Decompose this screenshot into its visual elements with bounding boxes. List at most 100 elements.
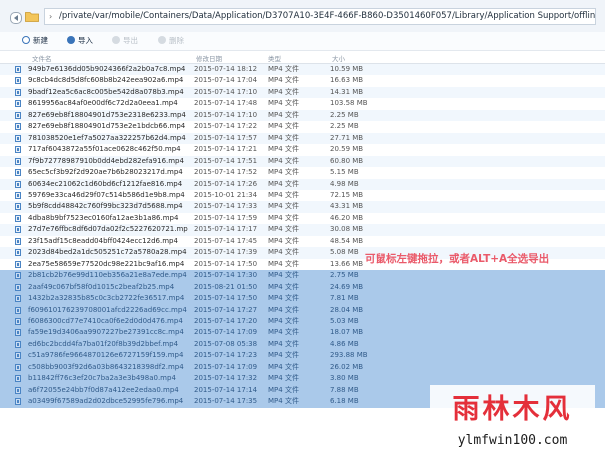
video-file-icon bbox=[15, 329, 21, 337]
delete-icon bbox=[158, 36, 166, 44]
file-row[interactable]: b11842ff76c3ef20c7ba2a3e3b498a0.mp4 2015-… bbox=[0, 373, 605, 385]
file-size: 6.18 MB bbox=[330, 397, 359, 406]
watermark: 雨林木风 ylmfwin100.com bbox=[430, 385, 595, 463]
file-name: 8619956ac84af0e00df6c72d2a0eea1.mp4 bbox=[28, 99, 178, 108]
file-type: MP4 文件 bbox=[268, 156, 299, 165]
file-row[interactable]: 827e69eb8f18804901d753e2e1bdcb66.mp4 2015… bbox=[0, 121, 605, 132]
file-row[interactable]: ed6bc2bcdd4fa7ba01f20f8b39d2bbef.mp4 2015… bbox=[0, 338, 605, 351]
file-type: MP4 文件 bbox=[268, 259, 299, 268]
file-type: MP4 文件 bbox=[268, 213, 299, 222]
file-type: MP4 文件 bbox=[268, 236, 299, 245]
file-type: MP4 文件 bbox=[268, 168, 299, 177]
file-size: 5.03 MB bbox=[330, 316, 359, 325]
file-type: MP4 文件 bbox=[268, 145, 299, 154]
video-file-icon bbox=[15, 203, 21, 211]
file-type: MP4 文件 bbox=[268, 305, 299, 314]
video-file-icon bbox=[15, 157, 21, 165]
file-row[interactable]: fa59e19d3406aa9907227be27391cc8c.mp4 2015… bbox=[0, 327, 605, 339]
file-row[interactable]: 27d7e76ffbc8df6d07da02f2c5227620721.mp4 2… bbox=[0, 224, 605, 236]
file-row[interactable]: 65ec5cf3b92f2d920ae7b6b28023217d.mp4 2015… bbox=[0, 167, 605, 178]
file-date: 2015-07-14 17:59 bbox=[194, 213, 258, 222]
file-name: 1432b2a32835b85c0c3cb2722fe36517.mp4 bbox=[28, 294, 185, 303]
file-row[interactable]: 7f9b72778987910b0dd4ebd282efa916.mp4 2015… bbox=[0, 155, 605, 168]
path-field[interactable]: › /private/var/mobile/Containers/Data/Ap… bbox=[44, 8, 596, 25]
file-name: 7f9b72778987910b0dd4ebd282efa916.mp4 bbox=[28, 156, 184, 165]
column-header-name[interactable]: 文件名 bbox=[32, 53, 52, 63]
delete-button[interactable]: 删除 bbox=[158, 35, 184, 47]
file-size: 18.07 MB bbox=[330, 328, 364, 337]
file-size: 20.59 MB bbox=[330, 145, 364, 154]
back-arrow-icon[interactable] bbox=[10, 12, 22, 24]
column-header-size[interactable]: 大小 bbox=[332, 53, 345, 63]
file-date: 2015-07-14 17:48 bbox=[194, 99, 258, 108]
file-row[interactable]: 2aaf49c067bf58f0d1015c2beaf2b25.mp4 2015-… bbox=[0, 281, 605, 294]
file-row[interactable]: 781038520e1ef7a5027aa322257b62d4.mp4 2015… bbox=[0, 132, 605, 145]
file-date: 2015-07-14 17:23 bbox=[194, 351, 258, 360]
file-name: 2ea75e58659e77520dc98e221bc9af16.mp4 bbox=[28, 259, 185, 268]
file-row[interactable]: 5b9f8cdd48842c760f99bc323d7d5688.mp4 2015… bbox=[0, 201, 605, 213]
new-button[interactable]: 新建 bbox=[22, 35, 48, 47]
file-type: MP4 文件 bbox=[268, 339, 299, 348]
import-button[interactable]: 导入 bbox=[67, 35, 93, 47]
export-button[interactable]: 导出 bbox=[112, 35, 138, 47]
file-name: fa59e19d3406aa9907227be27391cc8c.mp4 bbox=[28, 328, 184, 337]
file-type: MP4 文件 bbox=[268, 225, 299, 234]
video-file-icon bbox=[15, 249, 21, 257]
file-date: 2015-07-14 18:12 bbox=[194, 65, 258, 73]
file-row[interactable]: 827e69eb8f18804901d753e2318e6233.mp4 2015… bbox=[0, 109, 605, 122]
file-date: 2015-07-14 17:27 bbox=[194, 305, 258, 314]
file-date: 2015-08-21 01:50 bbox=[194, 282, 258, 291]
file-row[interactable]: c508bb9003f92d6a03b8643218398df2.mp4 2015… bbox=[0, 361, 605, 374]
file-name: c51a9786fe9664870126e6727159f159.mp4 bbox=[28, 351, 184, 360]
file-type: MP4 文件 bbox=[268, 87, 299, 96]
video-file-icon bbox=[15, 352, 21, 360]
file-size: 4.86 MB bbox=[330, 339, 359, 348]
file-row[interactable]: 23f15adf15c8eadd04bff0424ecc12d6.mp4 2015… bbox=[0, 236, 605, 247]
file-row[interactable]: 8619956ac84af0e00df6c72d2a0eea1.mp4 2015-… bbox=[0, 98, 605, 109]
file-row[interactable]: 9badf12ea5c6ac8c005be542d8a078b3.mp4 2015… bbox=[0, 86, 605, 99]
instruction-annotation: 可鼠标左键拖拉，或者ALT+A全选导出 bbox=[365, 253, 550, 265]
file-row[interactable]: 949b7e6136dd05b9024366f2a2b0a7c8.mp4 2015… bbox=[0, 64, 605, 76]
file-type: MP4 文件 bbox=[268, 385, 299, 394]
file-type: MP4 文件 bbox=[268, 133, 299, 142]
file-name: a03499f67589ad2d02dbce52995fe796.mp4 bbox=[28, 397, 184, 406]
file-name: 827e69eb8f18804901d753e2e1bdcb66.mp4 bbox=[28, 122, 186, 131]
file-name: 60634ec21062c1d60bd6cf1212fae816.mp4 bbox=[28, 179, 183, 188]
file-row[interactable]: 60634ec21062c1d60bd6cf1212fae816.mp4 2015… bbox=[0, 178, 605, 190]
file-row[interactable]: 1432b2a32835b85c0c3cb2722fe36517.mp4 2015… bbox=[0, 293, 605, 305]
export-label: 导出 bbox=[123, 36, 138, 45]
file-date: 2015-07-14 17:33 bbox=[194, 202, 258, 211]
file-row[interactable]: c51a9786fe9664870126e6727159f159.mp4 2015… bbox=[0, 350, 605, 362]
file-row[interactable]: f609610176239708001afcd2226ad69cc.mp4 201… bbox=[0, 304, 605, 316]
file-size: 2.25 MB bbox=[330, 110, 359, 119]
file-size: 293.88 MB bbox=[330, 351, 368, 360]
file-row[interactable]: f6086300cd77e7410ca0f6e2d0d0d476.mp4 2015… bbox=[0, 315, 605, 328]
video-file-icon bbox=[15, 375, 21, 383]
file-name: 4dba8b9bf7523ec0160fa12ae3b1a86.mp4 bbox=[28, 213, 179, 222]
file-name: 5b9f8cdd48842c760f99bc323d7d5688.mp4 bbox=[28, 202, 183, 211]
file-type: MP4 文件 bbox=[268, 362, 299, 371]
file-name: b11842ff76c3ef20c7ba2a3e3b498a0.mp4 bbox=[28, 374, 176, 383]
file-row[interactable]: 717af6043872a55f01ace0628c462f50.mp4 2015… bbox=[0, 144, 605, 155]
file-row[interactable]: 2b81cb2b76e99d110eb356a21e8a7ede.mp4 2015… bbox=[0, 270, 605, 282]
address-bar: › /private/var/mobile/Containers/Data/Ap… bbox=[0, 0, 605, 33]
file-date: 2015-07-14 17:35 bbox=[194, 397, 258, 406]
file-name: c508bb9003f92d6a03b8643218398df2.mp4 bbox=[28, 362, 184, 371]
file-row[interactable]: 9c8cb4dc8d5d8fc608b8b242eea902a6.mp4 2015… bbox=[0, 75, 605, 86]
column-header-type[interactable]: 类型 bbox=[268, 53, 281, 63]
file-date: 2015-07-14 17:39 bbox=[194, 248, 258, 257]
file-name: 59769e33ca46d29f07c514b586d1e9b8.mp4 bbox=[28, 190, 185, 199]
path-separator-icon: › bbox=[49, 12, 53, 21]
file-size: 24.69 MB bbox=[330, 282, 364, 291]
column-header-date[interactable]: 修改日期 bbox=[196, 53, 222, 63]
file-date: 2015-07-14 17:09 bbox=[194, 362, 258, 371]
video-file-icon bbox=[15, 226, 21, 234]
file-name: 2b81cb2b76e99d110eb356a21e8a7ede.mp4 bbox=[28, 271, 187, 280]
file-type: MP4 文件 bbox=[268, 271, 299, 280]
file-size: 72.15 MB bbox=[330, 190, 364, 199]
file-row[interactable]: 59769e33ca46d29f07c514b586d1e9b8.mp4 2015… bbox=[0, 190, 605, 201]
file-size: 30.08 MB bbox=[330, 225, 364, 234]
video-file-icon bbox=[15, 363, 21, 371]
file-row[interactable]: 4dba8b9bf7523ec0160fa12ae3b1a86.mp4 2015-… bbox=[0, 213, 605, 224]
video-file-icon bbox=[15, 66, 21, 73]
